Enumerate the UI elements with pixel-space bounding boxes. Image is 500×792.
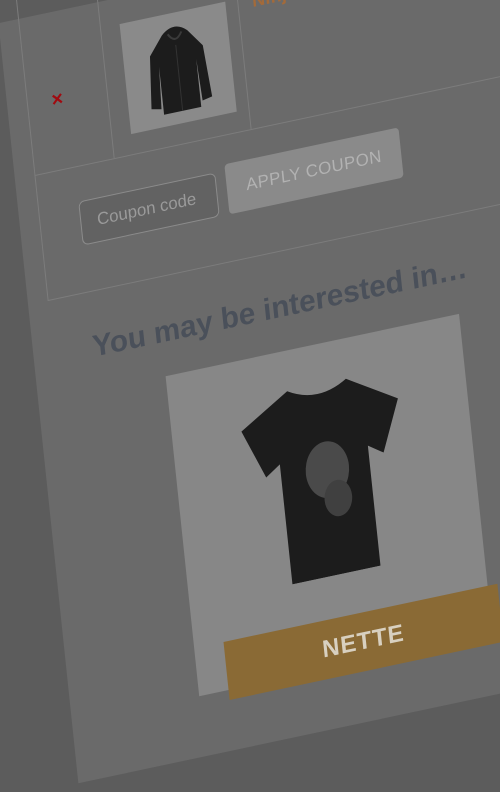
hoodie-icon <box>149 26 213 115</box>
coupon-placeholder: Coupon code <box>96 189 198 230</box>
table-divider <box>95 0 115 159</box>
related-product-card[interactable]: NETTE <box>165 313 500 700</box>
page-canvas: × Ninja Si Coupon code APPLY COUPON You … <box>0 0 500 784</box>
coupon-code-field[interactable]: Coupon code <box>78 172 220 246</box>
cart-product-link[interactable]: Ninja Si <box>251 0 320 12</box>
cart-item-thumbnail[interactable] <box>119 1 237 135</box>
tshirt-icon <box>241 378 398 585</box>
apply-coupon-button[interactable]: APPLY COUPON <box>224 127 404 215</box>
remove-item-icon[interactable]: × <box>50 87 64 111</box>
